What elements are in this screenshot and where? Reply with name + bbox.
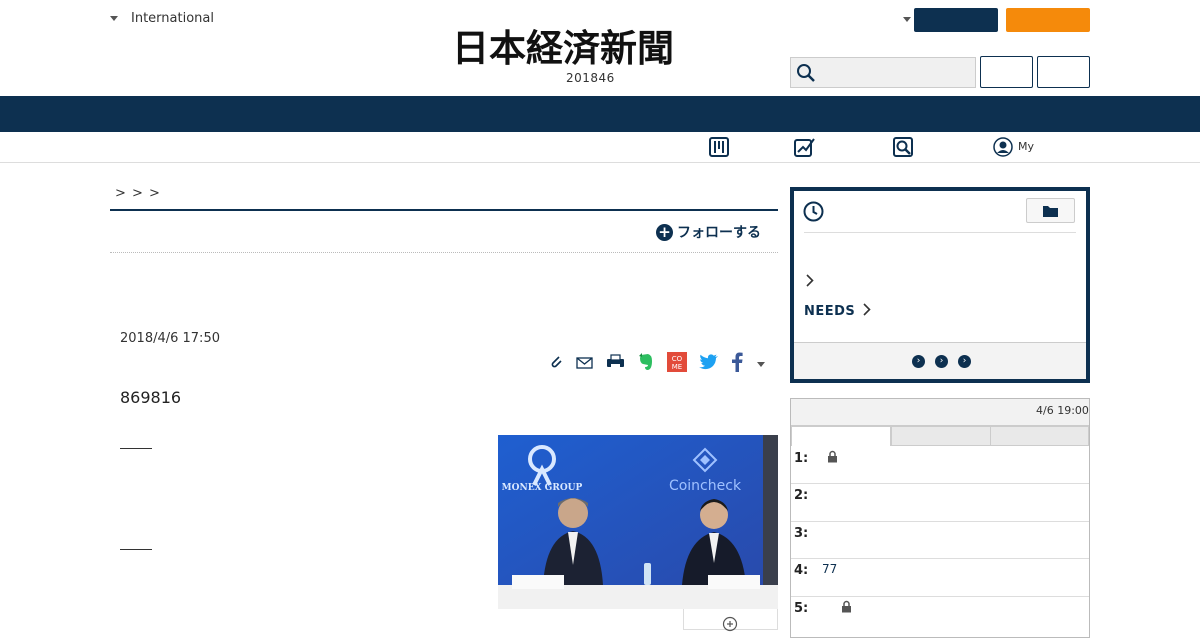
options-button[interactable] (1037, 56, 1090, 88)
ranking-row[interactable] (791, 522, 1089, 559)
paragraph-dash (120, 448, 152, 449)
photo-zoom-tab[interactable] (683, 609, 778, 632)
article-lead: 869816 (120, 388, 182, 407)
svg-text:CO: CO (672, 355, 683, 363)
follow-label: フォローする (677, 225, 761, 241)
article-photo[interactable]: MONEX GROUP Coincheck (498, 435, 778, 609)
dashboard-icon[interactable] (709, 137, 729, 161)
ranking-row[interactable] (791, 484, 1089, 522)
magnifier-icon[interactable] (893, 137, 913, 161)
edition-selector[interactable]: International (110, 11, 214, 26)
lock-icon (827, 450, 838, 466)
share-toolbar: CO ME (548, 352, 777, 376)
user-icon[interactable] (993, 137, 1013, 161)
come-icon[interactable]: CO ME (667, 352, 687, 376)
caret-down-icon (110, 16, 118, 21)
clock-icon (803, 201, 824, 226)
folder-button[interactable] (1026, 198, 1075, 223)
my-page-label[interactable]: My (1018, 140, 1034, 153)
article-date: 2018/4/6 17:50 (120, 331, 220, 346)
ranking-tab-1[interactable] (791, 426, 891, 446)
facebook-icon[interactable] (731, 352, 743, 376)
follow-button[interactable]: + フォローする (656, 222, 761, 242)
dotted-divider (110, 252, 778, 253)
print-icon[interactable] (606, 354, 625, 374)
panel-footer: › › › (794, 342, 1086, 379)
chevron-right-icon[interactable] (806, 274, 814, 291)
ranking-tab-2[interactable] (891, 426, 991, 446)
logo-date: 201846 (566, 71, 615, 85)
photo-logo-left: MONEX GROUP (502, 483, 583, 493)
needs-label: NEEDS (804, 304, 856, 319)
ranking-time: 4/6 19:00 (1036, 404, 1089, 417)
main-navbar (0, 96, 1200, 132)
breadcrumb[interactable]: > > > (115, 186, 161, 201)
clip-icon[interactable] (548, 354, 564, 374)
arrow-circle-icon[interactable]: › (935, 355, 948, 368)
mail-icon[interactable] (576, 355, 594, 374)
logo[interactable]: 日本経済新聞 (452, 26, 674, 70)
ranking-number: 3: (794, 526, 809, 541)
breadcrumb-divider (110, 209, 778, 211)
plus-icon: + (656, 223, 673, 241)
twitter-icon[interactable] (699, 354, 719, 374)
edition-label: International (131, 11, 214, 26)
paragraph-dash (120, 549, 152, 550)
evernote-icon[interactable] (637, 352, 655, 376)
login-button[interactable] (1006, 8, 1090, 32)
svg-text:ME: ME (672, 363, 682, 371)
ranking-row[interactable] (791, 597, 1089, 630)
signup-button[interactable] (914, 8, 998, 32)
search-icon (797, 64, 815, 82)
ranking-number: 2: (794, 488, 809, 503)
panel-divider (804, 232, 1076, 233)
photo-logo-right: Coincheck (669, 478, 742, 494)
ranking-tab-3[interactable] (990, 426, 1089, 446)
arrow-circle-icon[interactable]: › (912, 355, 925, 368)
ranking-number: 1: (794, 451, 809, 466)
folder-icon (1043, 206, 1058, 217)
needs-link[interactable]: NEEDS (804, 303, 871, 319)
ranking-number: 4: (794, 563, 809, 578)
search-button[interactable] (980, 56, 1033, 88)
more-share-caret-icon[interactable] (757, 361, 765, 367)
search-input[interactable] (790, 57, 976, 88)
ranking-number: 5: (794, 601, 809, 616)
caret-down-icon[interactable] (903, 17, 911, 22)
lock-icon (841, 600, 852, 616)
ranking-title: 77 (822, 562, 838, 576)
chevron-right-icon (863, 303, 871, 316)
chart-icon[interactable] (794, 137, 816, 161)
arrow-circle-icon[interactable]: › (958, 355, 971, 368)
